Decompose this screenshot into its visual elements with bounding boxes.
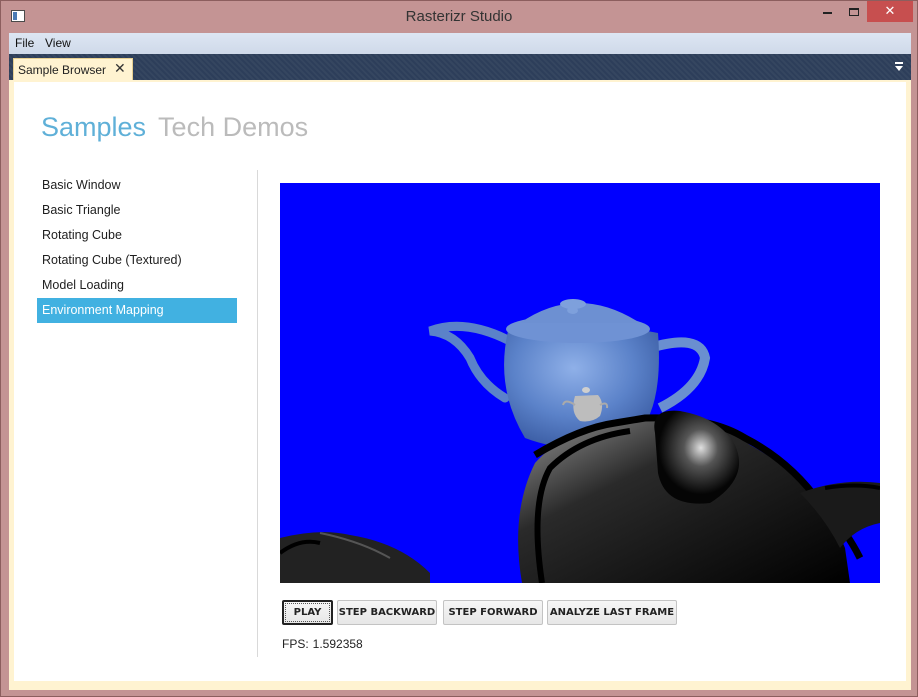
tab-label: Sample Browser (18, 63, 107, 77)
tab-close-icon[interactable]: ✕ (114, 60, 126, 77)
minimize-icon (822, 11, 832, 14)
maximize-icon (849, 7, 859, 16)
step-forward-button[interactable]: STEP FORWARD (443, 600, 543, 625)
sample-list: Basic Window Basic Triangle Rotating Cub… (37, 173, 237, 323)
sample-item-model-loading[interactable]: Model Loading (37, 273, 237, 298)
minimize-button[interactable] (814, 1, 840, 22)
fps-readout: FPS: 1.592358 (282, 637, 363, 651)
render-viewport[interactable] (280, 183, 880, 583)
menu-view[interactable]: View (45, 36, 71, 50)
menu-file[interactable]: File (15, 36, 34, 50)
tab-samples[interactable]: Samples (41, 112, 146, 142)
panel-divider (257, 170, 258, 657)
fps-label: FPS: (282, 637, 309, 651)
fps-value: 1.592358 (312, 637, 363, 651)
sample-item-rotating-cube-textured[interactable]: Rotating Cube (Textured) (37, 248, 237, 273)
window-title: Rasterizr Studio (405, 8, 513, 25)
sample-item-basic-triangle[interactable]: Basic Triangle (37, 198, 237, 223)
rendered-scene (280, 299, 880, 583)
sample-item-environment-mapping[interactable]: Environment Mapping (37, 298, 237, 323)
sample-browser-panel: Samples Tech Demos Basic Window Basic Tri… (14, 82, 906, 681)
tab-sample-browser[interactable]: Sample Browser ✕ (13, 58, 133, 80)
close-button[interactable]: ✕ (867, 1, 913, 22)
sample-item-basic-window[interactable]: Basic Window (37, 173, 237, 198)
document-frame: Samples Tech Demos Basic Window Basic Tri… (9, 80, 911, 690)
document-tab-strip: Sample Browser ✕ (9, 54, 911, 80)
app-window: Rasterizr Studio ✕ File View Sample Brow… (0, 0, 918, 697)
analyze-last-frame-button[interactable]: ANALYZE LAST FRAME (547, 600, 677, 625)
sample-item-rotating-cube[interactable]: Rotating Cube (37, 223, 237, 248)
tab-dropdown-icon[interactable] (894, 62, 904, 72)
close-icon: ✕ (884, 3, 896, 18)
section-header: Samples Tech Demos (41, 112, 308, 143)
maximize-button[interactable] (841, 1, 867, 22)
teapot-dark (280, 410, 880, 583)
tab-tech-demos[interactable]: Tech Demos (158, 112, 308, 142)
title-bar[interactable]: Rasterizr Studio ✕ (1, 1, 917, 32)
play-button[interactable]: PLAY (282, 600, 333, 625)
menu-bar: File View (9, 33, 911, 54)
step-backward-button[interactable]: STEP BACKWARD (337, 600, 437, 625)
